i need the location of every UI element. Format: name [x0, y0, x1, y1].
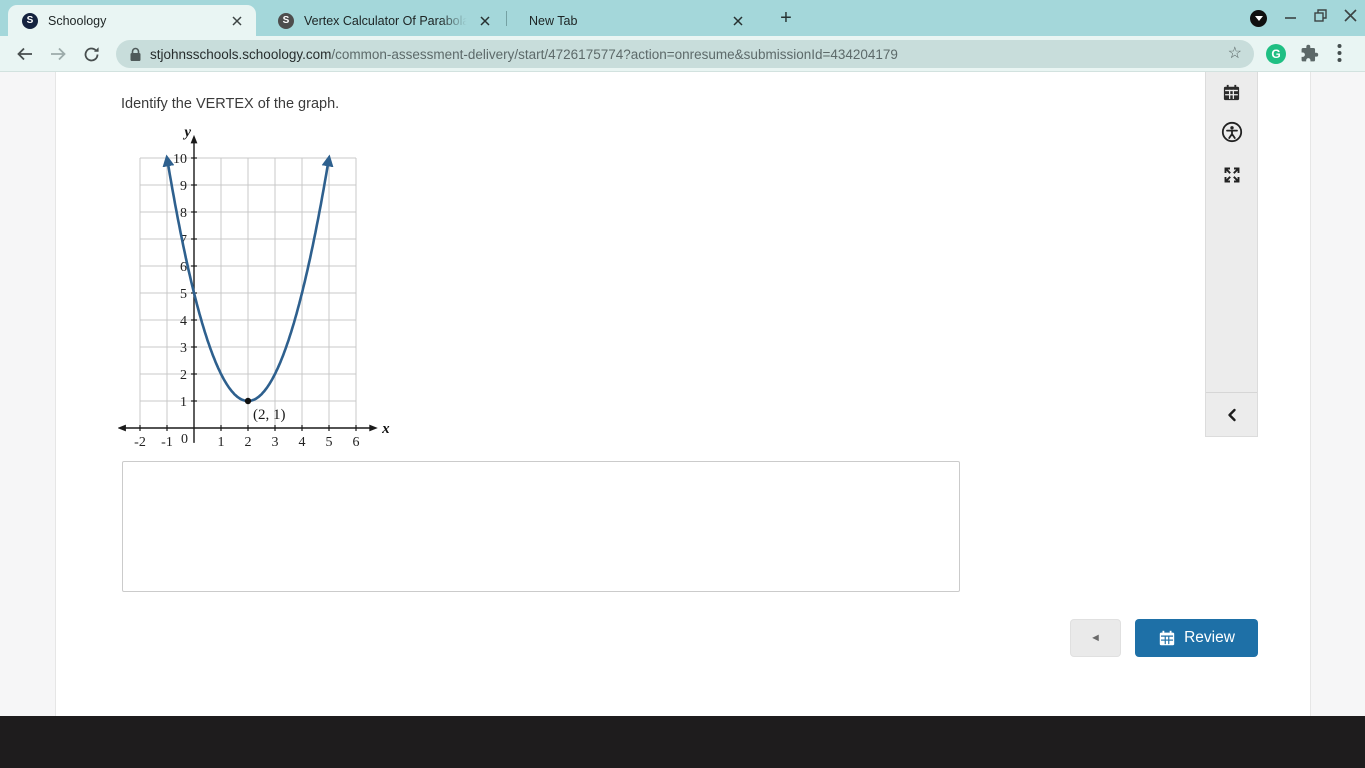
svg-text:5: 5: [326, 435, 333, 450]
svg-text:1: 1: [218, 435, 225, 450]
grammarly-extension-icon[interactable]: G: [1266, 44, 1286, 64]
svg-text:9: 9: [180, 179, 187, 194]
schoology-favicon-icon: S: [22, 12, 38, 29]
browser-toolbar: stjohnsschools.schoology.com/common-asse…: [0, 36, 1365, 72]
fullscreen-icon[interactable]: [1206, 163, 1257, 187]
svg-text:-2: -2: [134, 435, 146, 450]
url-domain: stjohnsschools.schoology.com: [150, 46, 332, 62]
close-window-button[interactable]: [1344, 9, 1357, 27]
svg-text:4: 4: [180, 314, 187, 329]
svg-text:3: 3: [272, 435, 279, 450]
svg-text:0: 0: [181, 432, 188, 447]
assessment-side-toolbar: [1205, 72, 1258, 437]
reload-icon[interactable]: [79, 42, 103, 66]
back-icon[interactable]: [13, 42, 37, 66]
tab-title: New Tab: [529, 13, 578, 28]
url-path: /common-assessment-delivery/start/472617…: [331, 46, 898, 62]
svg-text:4: 4: [299, 435, 306, 450]
url-text: stjohnsschools.schoology.com/common-asse…: [150, 47, 898, 62]
caret-circle-icon[interactable]: [1250, 9, 1267, 27]
tab-vertex-calculator[interactable]: S Vertex Calculator Of Parabola: O: [264, 5, 504, 36]
calendar-icon[interactable]: [1206, 80, 1257, 104]
url-bar[interactable]: stjohnsschools.schoology.com/common-asse…: [116, 40, 1254, 68]
svg-text:y: y: [182, 124, 191, 140]
tab-close-icon[interactable]: [729, 12, 747, 30]
svg-text:3: 3: [180, 341, 187, 356]
screen: S Schoology S Vertex Calculator Of Parab…: [0, 0, 1365, 768]
site-favicon-icon: S: [278, 12, 294, 29]
divider: [1206, 392, 1257, 393]
svg-text:x: x: [381, 421, 390, 437]
tab-title: Vertex Calculator Of Parabola: O: [304, 13, 470, 28]
collapse-panel-chevron-icon[interactable]: [1206, 403, 1257, 427]
chromeos-shelf: 2:52: [0, 716, 1365, 768]
new-tab-button[interactable]: +: [774, 6, 798, 30]
tab-title: Schoology: [48, 13, 107, 28]
browser-menu-icon[interactable]: [1337, 43, 1342, 68]
tab-schoology[interactable]: S Schoology: [8, 5, 256, 36]
minimize-button[interactable]: [1284, 9, 1297, 27]
svg-text:-1: -1: [161, 435, 173, 450]
extensions-puzzle-icon[interactable]: [1300, 44, 1319, 68]
svg-text:5: 5: [180, 287, 187, 302]
svg-text:6: 6: [353, 435, 360, 450]
tab-close-icon[interactable]: [476, 12, 494, 30]
restore-button[interactable]: [1314, 9, 1327, 27]
tab-new-tab[interactable]: New Tab: [509, 5, 757, 36]
svg-text:1: 1: [180, 395, 187, 410]
lock-icon: [130, 47, 141, 61]
forward-icon[interactable]: [46, 42, 70, 66]
tab-close-icon[interactable]: [228, 12, 246, 30]
accessibility-icon[interactable]: [1206, 120, 1257, 144]
question-text: Identify the VERTEX of the graph.: [121, 96, 340, 112]
previous-question-button[interactable]: ◄: [1070, 619, 1121, 657]
review-button-label: Review: [1184, 629, 1235, 646]
svg-text:2: 2: [180, 368, 187, 383]
tab-strip: S Schoology S Vertex Calculator Of Parab…: [0, 0, 1365, 36]
svg-text:8: 8: [180, 206, 187, 221]
answer-input[interactable]: [122, 461, 960, 592]
svg-text:10: 10: [173, 152, 187, 167]
svg-text:(2, 1): (2, 1): [253, 407, 286, 423]
tab-separator: [506, 11, 507, 26]
svg-text:2: 2: [245, 435, 252, 450]
window-controls: [1250, 0, 1357, 36]
calendar-icon: [1159, 630, 1175, 646]
bookmark-star-icon[interactable]: ☆: [1228, 43, 1242, 63]
review-button[interactable]: Review: [1135, 619, 1258, 657]
parabola-graph: -2 -1 1 2 3 4 5 6123456789100yx(2, 1): [118, 124, 390, 450]
